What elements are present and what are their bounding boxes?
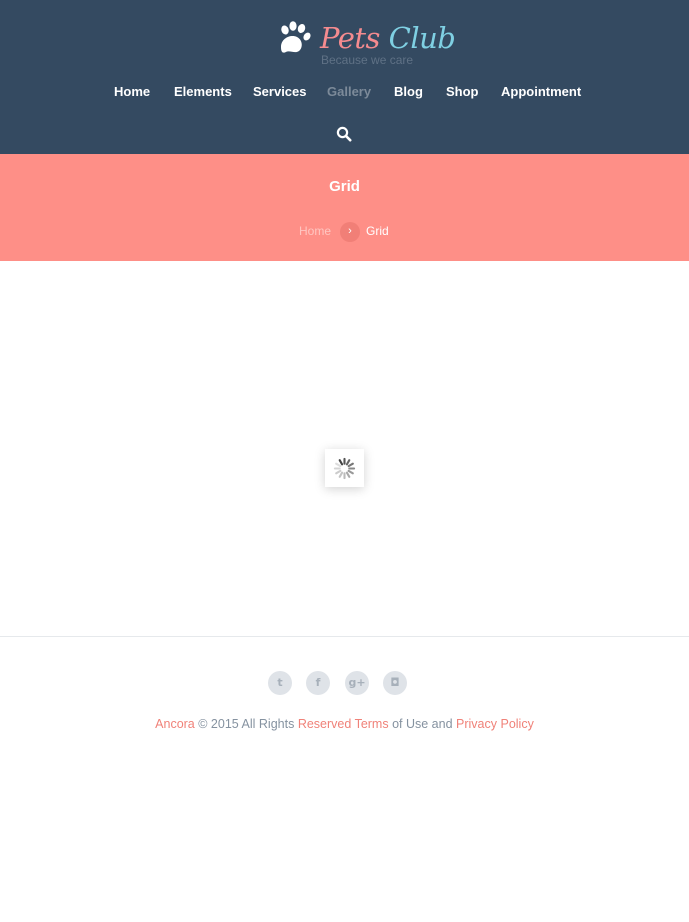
reserved-link[interactable]: Reserved (298, 717, 352, 731)
brand-link[interactable]: Ancora (155, 717, 195, 731)
facebook-glyph: f (315, 676, 321, 689)
logo-tagline: Because we care (321, 53, 414, 67)
spinner-icon (333, 457, 356, 480)
nav-item-home[interactable]: Home (114, 84, 150, 99)
instagram-icon[interactable]: ◘ (383, 671, 407, 695)
breadcrumb-home-link[interactable]: Home (299, 224, 331, 238)
social-links: t f g+ ◘ (0, 671, 689, 695)
logo-part-club: Club (388, 21, 456, 55)
footer-divider (0, 636, 689, 637)
nav-item-shop[interactable]: Shop (446, 84, 479, 99)
privacy-policy-link[interactable]: Privacy Policy (456, 717, 534, 731)
logo-wordmark: Pets Club (320, 18, 456, 58)
google-plus-glyph: g+ (348, 676, 366, 689)
page-title: Grid (329, 178, 360, 195)
google-plus-icon[interactable]: g+ (345, 671, 369, 695)
nav-item-gallery[interactable]: Gallery (327, 84, 371, 99)
facebook-icon[interactable]: f (306, 671, 330, 695)
nav-item-blog[interactable]: Blog (394, 84, 423, 99)
breadcrumb: Home › Grid (0, 222, 689, 242)
site-logo[interactable]: Pets Club Because we care (0, 18, 689, 68)
site-header: Pets Club Because we care Home Elements … (0, 0, 689, 154)
breadcrumb-current: Grid (366, 224, 389, 238)
main-nav: Home Elements Services Gallery Blog Shop… (0, 84, 689, 100)
nav-item-appointment[interactable]: Appointment (501, 84, 581, 99)
nav-item-services[interactable]: Services (253, 84, 307, 99)
loading-spinner (325, 449, 364, 487)
terms-link[interactable]: Terms (355, 717, 389, 731)
logo-part-pets: Pets (320, 21, 380, 55)
instagram-glyph: ◘ (390, 676, 400, 689)
search-icon[interactable] (336, 126, 352, 142)
twitter-glyph: t (277, 676, 283, 689)
copyright-text: Ancora © 2015 All Rights Reserved Terms … (0, 717, 689, 731)
page-title-bar (0, 154, 689, 261)
nav-item-elements[interactable]: Elements (174, 84, 232, 99)
twitter-icon[interactable]: t (268, 671, 292, 695)
breadcrumb-chevron-icon: › (340, 222, 360, 242)
terms-connector: of Use and (392, 717, 453, 731)
paw-icon (281, 21, 311, 53)
copyright-notice: © 2015 All Rights (198, 717, 295, 731)
